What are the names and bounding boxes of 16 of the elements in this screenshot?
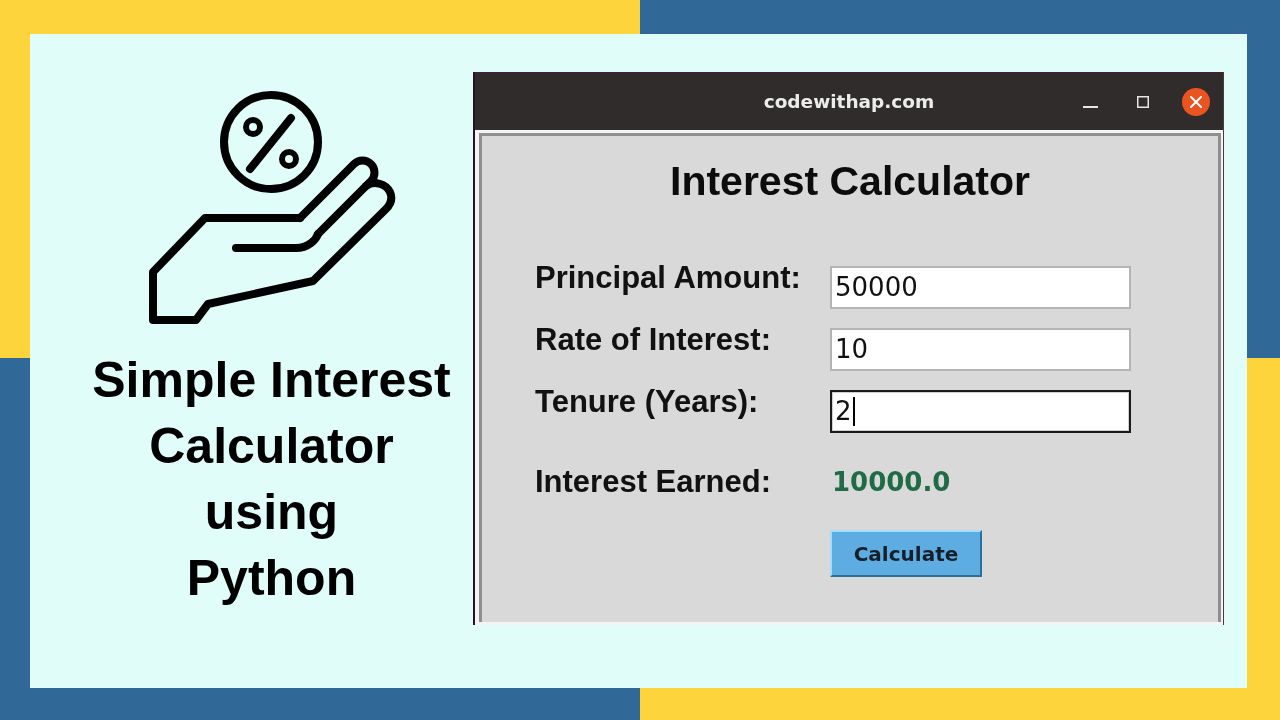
form-heading: Interest Calculator [669, 157, 1031, 205]
text-cursor-icon [852, 397, 855, 426]
window-title: codewithap.com [763, 91, 935, 112]
field-label: Principal Amount: [535, 260, 802, 296]
maximize-icon[interactable] [1137, 95, 1149, 108]
result-label: Interest Earned: [535, 464, 772, 500]
minimize-icon[interactable] [1083, 105, 1098, 108]
input-field[interactable]: 2 [830, 390, 1131, 433]
field-label: Tenure (Years): [535, 384, 760, 420]
headline: Simple Interest Calculator using Python [92, 351, 451, 608]
calculate-button[interactable]: Calculate [830, 530, 982, 577]
input-field[interactable]: 10 [830, 328, 1131, 371]
close-icon[interactable] [1182, 87, 1210, 116]
input-field[interactable]: 50000 [830, 266, 1131, 309]
result-value: 10000.0 [831, 466, 952, 499]
field-label: Rate of Interest: [535, 322, 772, 358]
